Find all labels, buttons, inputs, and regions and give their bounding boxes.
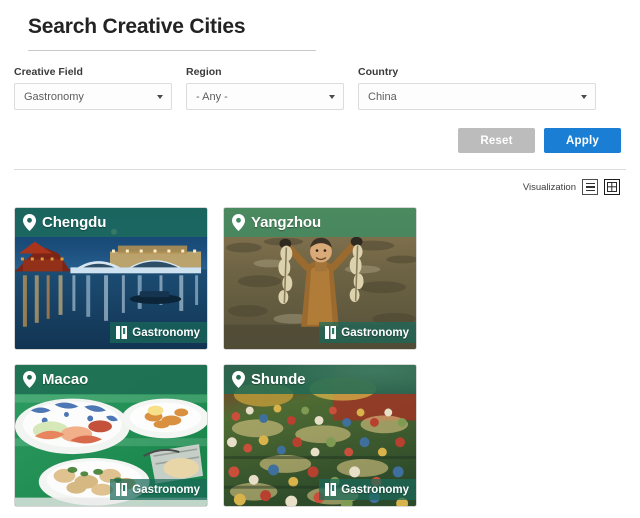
city-card-chengdu[interactable]: Chengdu Gastronomy — [14, 207, 208, 350]
gastronomy-icon — [116, 483, 128, 496]
card-field-badge-yangzhou: Gastronomy — [319, 322, 416, 343]
card-city-name: Macao — [42, 371, 89, 388]
card-city-name: Chengdu — [42, 214, 107, 231]
card-header-shunde: Shunde — [224, 365, 416, 394]
creative-field-value: Gastronomy — [24, 90, 84, 103]
chevron-down-icon — [329, 94, 335, 99]
grid-glyph — [607, 182, 617, 192]
apply-button[interactable]: Apply — [544, 128, 621, 153]
visualization-label: Visualization — [522, 181, 576, 193]
card-field-badge-macao: Gastronomy — [110, 479, 207, 500]
filter-bar: Creative Field Gastronomy Region - Any -… — [0, 51, 640, 110]
card-field-label: Gastronomy — [132, 483, 200, 496]
gastronomy-icon — [325, 483, 337, 496]
card-field-label: Gastronomy — [132, 326, 200, 339]
map-pin-icon — [232, 214, 245, 231]
region-value: - Any - — [196, 90, 228, 103]
list-bar — [585, 186, 595, 188]
card-field-label: Gastronomy — [341, 483, 409, 496]
filter-actions: Reset Apply — [0, 110, 640, 153]
page-title: Search Creative Cities — [28, 15, 246, 38]
card-city-name: Shunde — [251, 371, 306, 388]
card-field-badge-chengdu: Gastronomy — [110, 322, 207, 343]
card-city-name: Yangzhou — [251, 214, 322, 231]
grid-view-icon[interactable] — [604, 179, 620, 195]
map-pin-icon — [23, 214, 36, 231]
card-field-badge-shunde: Gastronomy — [319, 479, 416, 500]
filter-creative-field-label: Creative Field — [14, 66, 83, 78]
creative-field-select[interactable]: Gastronomy — [14, 83, 172, 110]
card-header-chengdu: Chengdu — [15, 208, 207, 237]
chevron-down-icon — [581, 94, 587, 99]
city-card-shunde[interactable]: Shunde Gastronomy — [223, 364, 417, 507]
country-select[interactable]: China — [358, 83, 596, 110]
page-header: Search Creative Cities — [0, 0, 640, 50]
gastronomy-icon — [325, 326, 337, 339]
filter-country-label: Country — [358, 66, 399, 78]
list-bar — [585, 182, 595, 185]
list-bar — [585, 189, 595, 192]
map-pin-icon — [23, 371, 36, 388]
city-card-grid: Chengdu Gastronomy Yangzhou Gastronomy M… — [0, 195, 612, 507]
country-value: China — [368, 90, 397, 103]
visualization-toggle: Visualization — [0, 170, 640, 195]
filter-region-label: Region — [186, 66, 222, 78]
region-select[interactable]: - Any - — [186, 83, 344, 110]
chevron-down-icon — [157, 94, 163, 99]
card-header-yangzhou: Yangzhou — [224, 208, 416, 237]
map-pin-icon — [232, 371, 245, 388]
filter-country: Country China — [358, 66, 596, 110]
reset-button[interactable]: Reset — [458, 128, 535, 153]
city-card-yangzhou[interactable]: Yangzhou Gastronomy — [223, 207, 417, 350]
card-header-macao: Macao — [15, 365, 207, 394]
gastronomy-icon — [116, 326, 128, 339]
filter-region: Region - Any - — [186, 66, 344, 110]
city-card-macao[interactable]: Macao Gastronomy — [14, 364, 208, 507]
card-field-label: Gastronomy — [341, 326, 409, 339]
filter-creative-field: Creative Field Gastronomy — [14, 66, 172, 110]
list-view-icon[interactable] — [582, 179, 598, 195]
